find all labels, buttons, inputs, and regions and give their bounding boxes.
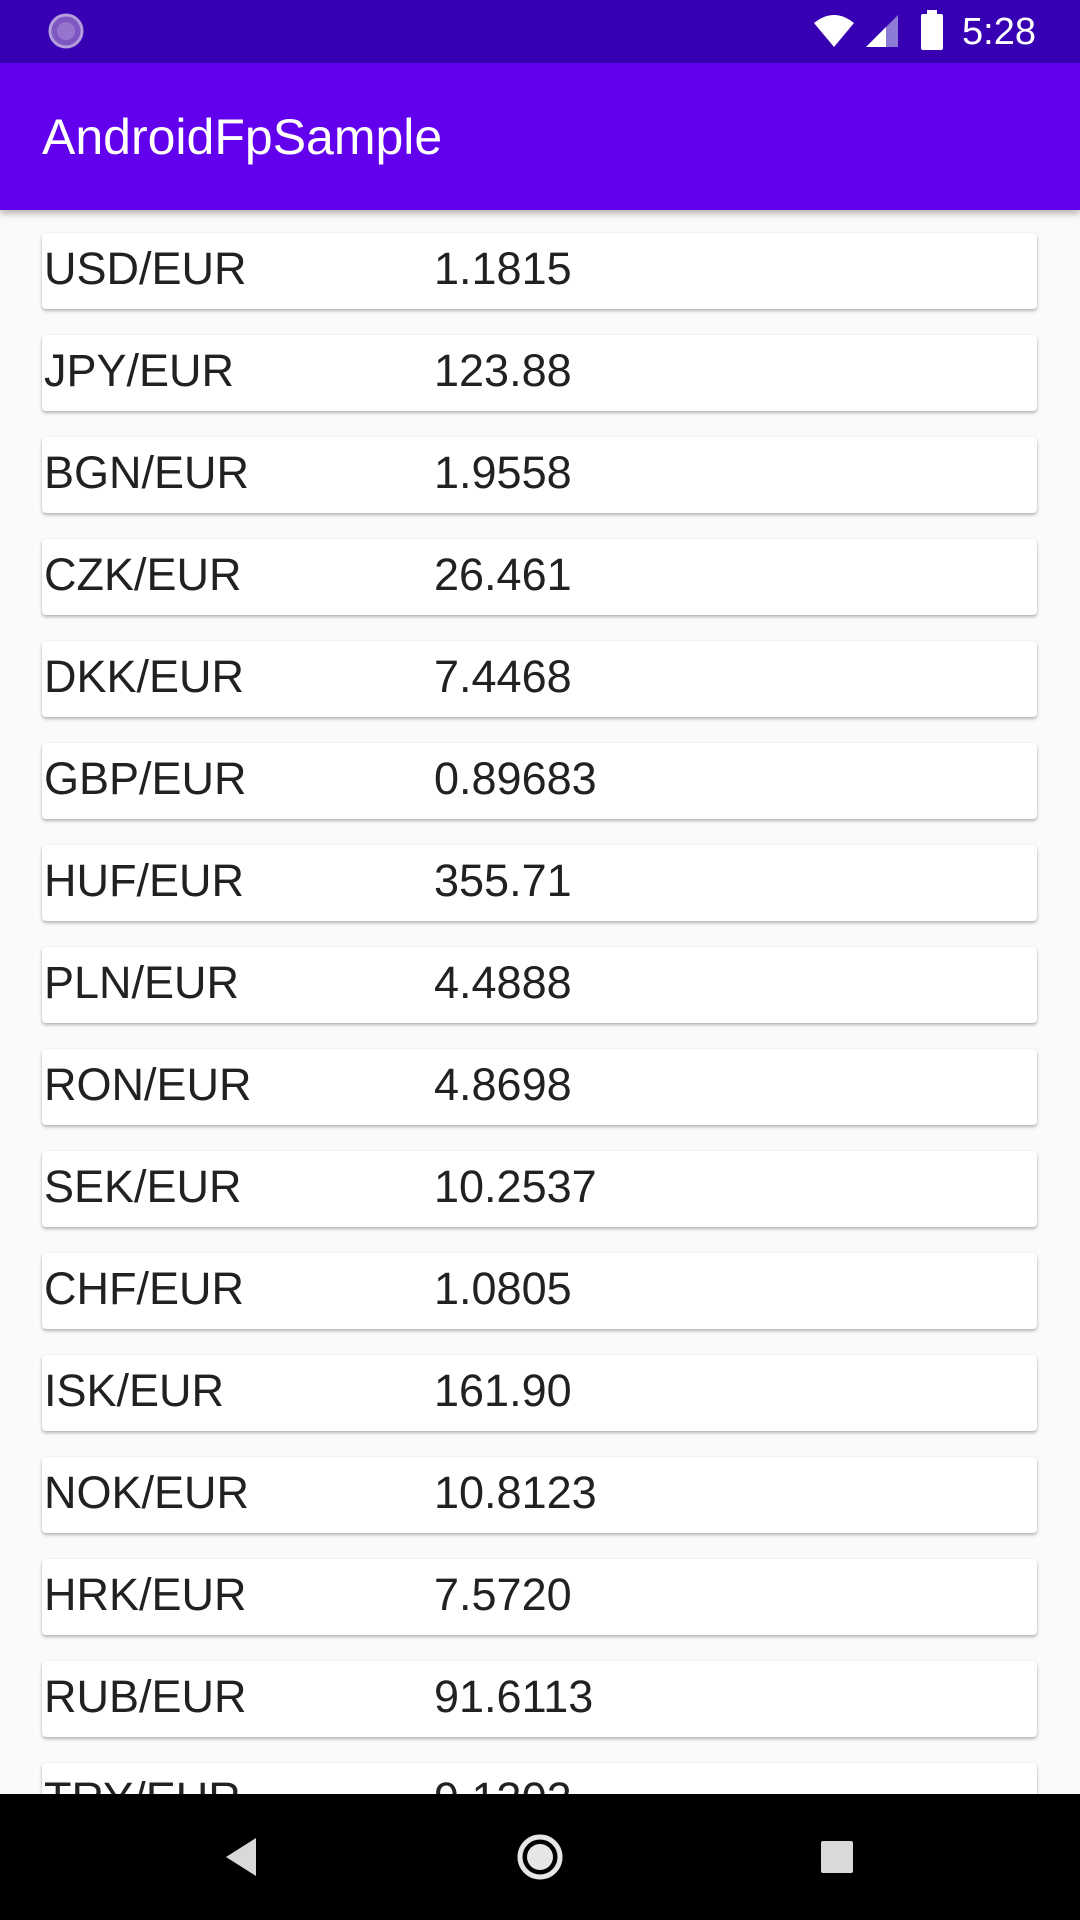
exchange-rate: 4.4888 <box>434 957 572 1008</box>
exchange-rate: 26.461 <box>434 549 572 600</box>
exchange-rate: 1.0805 <box>434 1263 572 1314</box>
recents-icon[interactable] <box>800 1820 874 1894</box>
currency-pair: DKK/EUR <box>44 651 245 702</box>
list-item[interactable]: SEK/EUR 10.2537 <box>42 1151 1037 1227</box>
exchange-rate: 1.1815 <box>434 243 572 294</box>
app-bar: AndroidFpSample <box>0 63 1080 210</box>
list-item[interactable]: HUF/EUR 355.71 <box>42 845 1037 921</box>
exchange-rate: 355.71 <box>434 855 572 906</box>
status-time: 5:28 <box>962 11 1036 53</box>
currency-pair: SEK/EUR <box>44 1161 242 1212</box>
list-item[interactable]: BGN/EUR 1.9558 <box>42 437 1037 513</box>
list-item[interactable]: NOK/EUR 10.8123 <box>42 1457 1037 1533</box>
currency-pair: NOK/EUR <box>44 1467 250 1518</box>
list-item[interactable]: USD/EUR 1.1815 <box>42 233 1037 309</box>
cell-signal-icon <box>866 15 898 47</box>
currency-pair: CHF/EUR <box>44 1263 244 1314</box>
currency-pair: JPY/EUR <box>44 345 235 396</box>
exchange-rate: 0.89683 <box>434 753 597 804</box>
app-title: AndroidFpSample <box>42 109 443 165</box>
currency-pair: HUF/EUR <box>44 855 244 906</box>
list-item[interactable]: RON/EUR 4.8698 <box>42 1049 1037 1125</box>
exchange-rate: 1.9558 <box>434 447 572 498</box>
exchange-rate: 123.88 <box>434 345 572 396</box>
list-item[interactable]: DKK/EUR 7.4468 <box>42 641 1037 717</box>
exchange-rate: 91.6113 <box>434 1671 594 1722</box>
list-item[interactable]: TRY/EUR 9.1302 <box>42 1763 1037 1794</box>
currency-pair: GBP/EUR <box>44 753 247 804</box>
exchange-rate: 7.4468 <box>434 651 572 702</box>
wifi-icon <box>814 15 854 47</box>
list-item[interactable]: CHF/EUR 1.0805 <box>42 1253 1037 1329</box>
back-icon[interactable] <box>204 1820 278 1894</box>
exchange-rate: 4.8698 <box>434 1059 572 1110</box>
currency-pair: TRY/EUR <box>44 1771 241 1794</box>
currency-pair: USD/EUR <box>44 243 247 294</box>
list-item[interactable]: PLN/EUR 4.4888 <box>42 947 1037 1023</box>
rates-list[interactable]: USD/EUR 1.1815 JPY/EUR 123.88 BGN/EUR 1.… <box>0 210 1080 1794</box>
exchange-rate: 10.8123 <box>434 1467 597 1518</box>
exchange-rate: 7.5720 <box>434 1569 572 1620</box>
battery-icon <box>921 10 943 50</box>
currency-pair: BGN/EUR <box>44 447 250 498</box>
exchange-rate: 9.1302 <box>434 1771 572 1794</box>
exchange-rate: 10.2537 <box>434 1161 597 1212</box>
list-item[interactable]: HRK/EUR 7.5720 <box>42 1559 1037 1635</box>
navigation-bar <box>0 1794 1080 1920</box>
loading-icon <box>48 13 84 49</box>
currency-pair: ISK/EUR <box>44 1365 225 1416</box>
currency-pair: HRK/EUR <box>44 1569 247 1620</box>
currency-pair: CZK/EUR <box>44 549 242 600</box>
currency-pair: RON/EUR <box>44 1059 252 1110</box>
currency-pair: RUB/EUR <box>44 1671 247 1722</box>
currency-pair: PLN/EUR <box>44 957 240 1008</box>
list-item[interactable]: GBP/EUR 0.89683 <box>42 743 1037 819</box>
list-item[interactable]: ISK/EUR 161.90 <box>42 1355 1037 1431</box>
list-item[interactable]: JPY/EUR 123.88 <box>42 335 1037 411</box>
exchange-rate: 161.90 <box>434 1365 572 1416</box>
list-item[interactable]: CZK/EUR 26.461 <box>42 539 1037 615</box>
home-icon[interactable] <box>503 1820 577 1894</box>
list-item[interactable]: RUB/EUR 91.6113 <box>42 1661 1037 1737</box>
status-bar: 5:28 <box>0 0 1080 63</box>
